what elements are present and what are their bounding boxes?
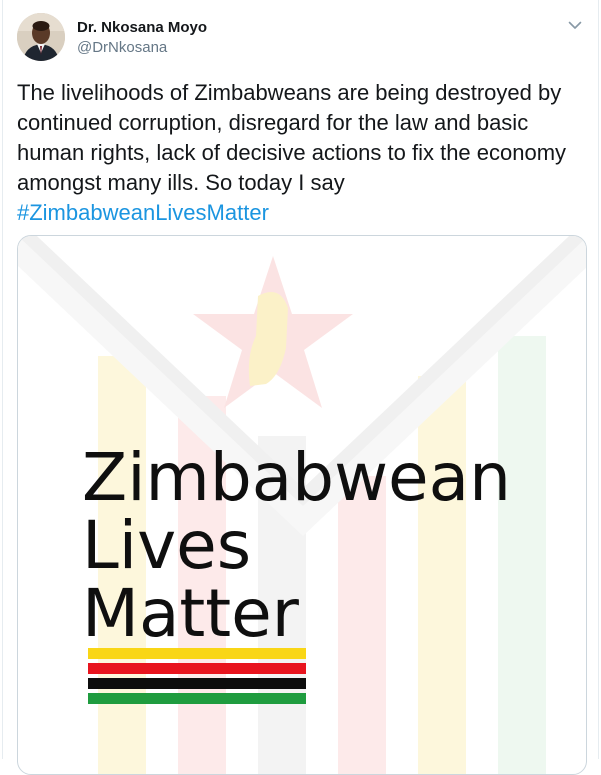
user-handle[interactable]: @DrNkosana [77, 38, 207, 58]
stripe-black [88, 678, 306, 689]
poster-headline: Zimbabwean Lives Matter [82, 444, 511, 648]
tweet-header: Dr. Nkosana Moyo @DrNkosana [17, 13, 587, 63]
user-names: Dr. Nkosana Moyo @DrNkosana [77, 18, 207, 58]
avatar[interactable] [17, 13, 65, 61]
poster-line-2: Lives [82, 507, 252, 584]
tweet-media-image[interactable]: Zimbabwean Lives Matter [17, 235, 587, 775]
poster-line-3: Matter [82, 575, 299, 652]
tweet-text: The livelihoods of Zimbabweans are being… [17, 78, 587, 228]
stripe-green [88, 693, 306, 704]
chevron-down-icon[interactable] [565, 15, 585, 35]
tweet-body: The livelihoods of Zimbabweans are being… [17, 80, 567, 195]
display-name[interactable]: Dr. Nkosana Moyo [77, 18, 207, 38]
flag-stripes [88, 648, 306, 708]
avatar-image [17, 13, 65, 61]
tweet-card: Dr. Nkosana Moyo @DrNkosana The liveliho… [2, 0, 599, 775]
stripe-red [88, 663, 306, 674]
hashtag-link[interactable]: #ZimbabweanLivesMatter [17, 198, 269, 228]
stripe-yellow [88, 648, 306, 659]
poster-line-1: Zimbabwean [82, 439, 511, 516]
